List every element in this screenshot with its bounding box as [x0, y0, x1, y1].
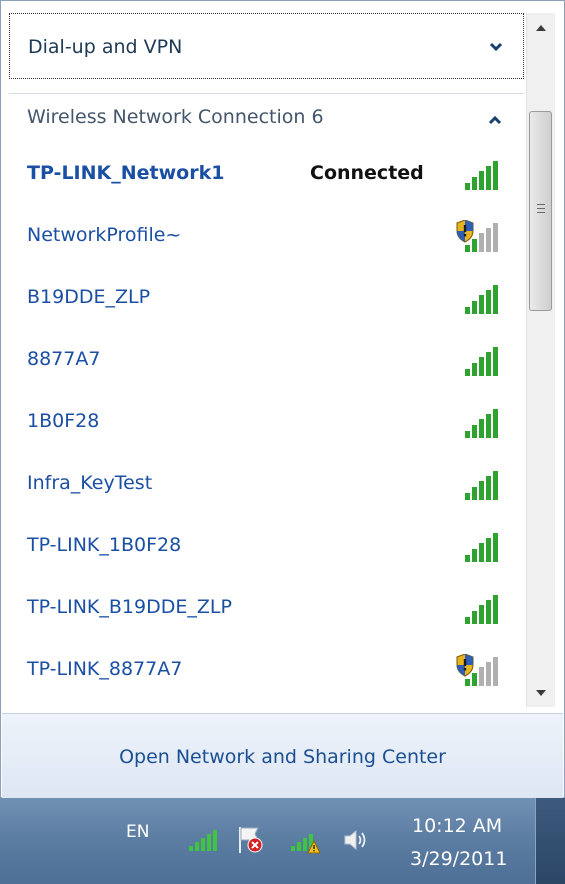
- network-item[interactable]: Infra_KeyTest: [9, 454, 524, 516]
- network-flyout: Dial-up and VPN Wireless Network Connect…: [0, 0, 565, 798]
- show-desktop-button[interactable]: [535, 798, 565, 884]
- scroll-grip-line: [537, 208, 545, 209]
- signal-strength-icon: [456, 406, 510, 444]
- network-item[interactable]: TP-LINK_B19DDE_ZLP: [9, 578, 524, 640]
- flyout-footer: Open Network and Sharing Center: [2, 713, 563, 798]
- network-name: TP-LINK_Network1: [27, 162, 225, 184]
- network-name: TP-LINK_8877A7: [27, 658, 183, 680]
- network-item[interactable]: TP-LINK_1B0F28: [9, 516, 524, 578]
- scroll-down-button[interactable]: [527, 679, 555, 707]
- network-item[interactable]: TP-LINK_Network1 Connected: [9, 144, 524, 206]
- network-name: 1B0F28: [27, 410, 100, 432]
- scroll-up-button[interactable]: [527, 13, 555, 41]
- language-indicator[interactable]: EN: [126, 822, 149, 842]
- network-item[interactable]: 1B0F28: [9, 392, 524, 454]
- signal-strength-icon: [456, 592, 510, 630]
- wireless-section-title: Wireless Network Connection 6: [27, 106, 324, 128]
- chevron-down-icon[interactable]: [486, 37, 506, 57]
- network-name: TP-LINK_1B0F28: [27, 534, 182, 556]
- signal-strength-icon: [456, 530, 510, 568]
- dialup-section-header[interactable]: Dial-up and VPN: [9, 13, 524, 79]
- wifi-signal-icon[interactable]: [188, 830, 218, 856]
- signal-strength-icon: [456, 282, 510, 320]
- scroll-grip-line: [537, 212, 545, 213]
- wireless-section: Wireless Network Connection 6 TP-LINK_Ne…: [9, 93, 524, 707]
- scroll-grip-line: [537, 204, 545, 205]
- signal-strength-icon: [456, 158, 510, 196]
- network-list: Dial-up and VPN Wireless Network Connect…: [9, 13, 524, 707]
- network-name: Infra_KeyTest: [27, 472, 153, 494]
- network-name: B19DDE_ZLP: [27, 286, 151, 308]
- scroll-down-arrow-icon: [536, 689, 546, 696]
- scroll-thumb[interactable]: [529, 111, 552, 311]
- network-item[interactable]: B19DDE_ZLP: [9, 268, 524, 330]
- connection-status: Connected: [310, 162, 424, 184]
- network-name: 8877A7: [27, 348, 101, 370]
- signal-strength-shield-icon: [456, 219, 510, 258]
- network-warning-icon[interactable]: [290, 830, 321, 858]
- network-name: NetworkProfile~: [27, 224, 182, 246]
- signal-strength-icon: [456, 344, 510, 382]
- wireless-section-header[interactable]: Wireless Network Connection 6: [9, 94, 524, 140]
- network-item[interactable]: TP-LINK_8877A7: [9, 640, 524, 702]
- open-network-sharing-center-link[interactable]: Open Network and Sharing Center: [2, 746, 563, 768]
- taskbar: EN 10:12 AM 3/29/2011: [0, 798, 565, 884]
- dialup-section-title: Dial-up and VPN: [28, 36, 183, 58]
- chevron-up-icon[interactable]: [485, 110, 505, 130]
- clock-date[interactable]: 3/29/2011: [410, 848, 507, 870]
- action-center-flag-icon[interactable]: [236, 825, 264, 859]
- vertical-scrollbar[interactable]: [526, 13, 555, 707]
- network-item[interactable]: NetworkProfile~: [9, 206, 524, 268]
- network-item[interactable]: 8877A7: [9, 330, 524, 392]
- scroll-up-arrow-icon: [536, 24, 546, 31]
- signal-strength-icon: [456, 468, 510, 506]
- clock-time[interactable]: 10:12 AM: [412, 815, 502, 837]
- speaker-icon[interactable]: [343, 828, 369, 856]
- signal-strength-shield-icon: [456, 653, 510, 692]
- network-name: TP-LINK_B19DDE_ZLP: [27, 596, 232, 618]
